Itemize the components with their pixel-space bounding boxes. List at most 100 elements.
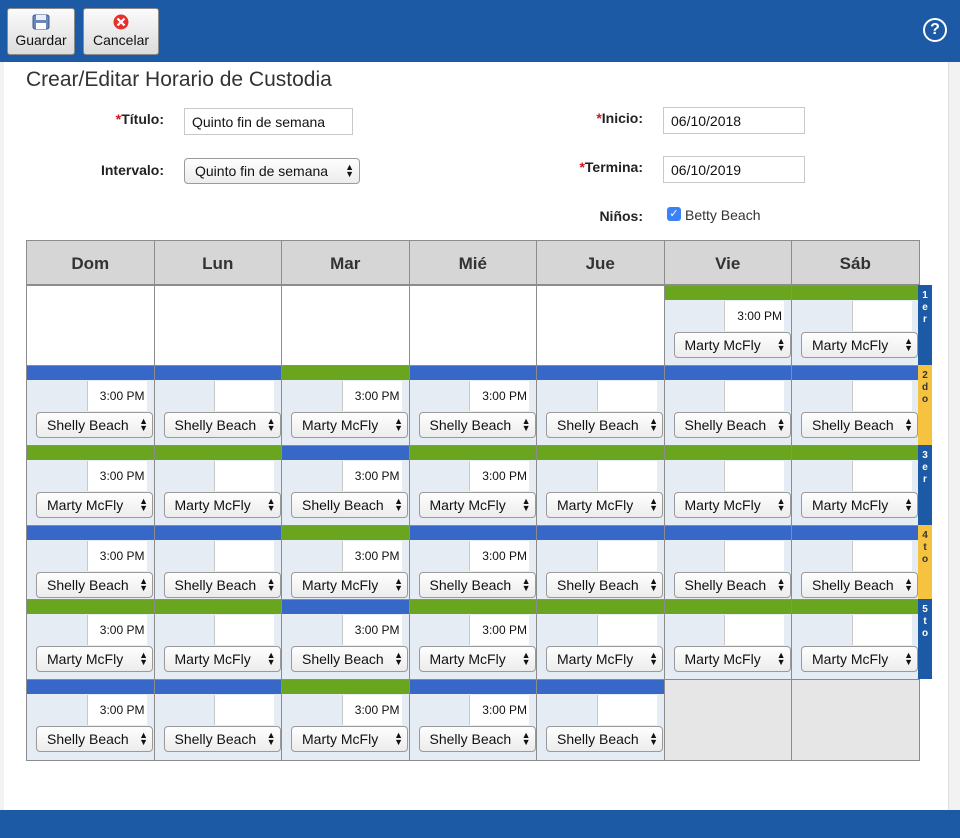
time-input[interactable] bbox=[214, 541, 274, 571]
time-input[interactable]: 3:00 PM bbox=[86, 541, 147, 571]
help-icon[interactable]: ? bbox=[923, 18, 947, 42]
time-input[interactable]: 3:00 PM bbox=[341, 461, 402, 491]
time-input[interactable]: 3:00 PM bbox=[86, 461, 147, 491]
time-input[interactable]: 3:00 PM bbox=[469, 381, 529, 411]
time-input[interactable] bbox=[724, 461, 784, 491]
parent-select[interactable]: Marty McFly ▲ ▼ bbox=[418, 646, 536, 672]
parent-select[interactable]: Shelly Beach ▲ ▼ bbox=[418, 572, 536, 598]
time-input[interactable]: 3:00 PM bbox=[86, 615, 147, 645]
time-input[interactable]: 3:00 PM bbox=[341, 695, 402, 725]
parent-select[interactable]: Shelly Beach ▲ ▼ bbox=[673, 412, 791, 438]
parent-select[interactable]: Marty McFly ▲ ▼ bbox=[36, 646, 153, 672]
parent-select[interactable]: Shelly Beach ▲ ▼ bbox=[673, 572, 791, 598]
parent-select[interactable]: Shelly Beach ▲ ▼ bbox=[546, 412, 663, 438]
time-input[interactable]: 3:00 PM bbox=[341, 541, 402, 571]
parent-select[interactable]: Marty McFly ▲ ▼ bbox=[291, 726, 408, 752]
custody-color-bar bbox=[154, 526, 281, 540]
custody-color-bar bbox=[792, 286, 919, 300]
time-input[interactable] bbox=[596, 381, 657, 411]
time-input[interactable] bbox=[851, 301, 912, 331]
time-input[interactable]: 3:00 PM bbox=[86, 381, 147, 411]
parent-select-value: Marty McFly bbox=[812, 497, 889, 513]
start-date-input[interactable]: 06/10/2018 bbox=[663, 107, 805, 134]
start-label: *Inicio: bbox=[570, 110, 643, 126]
parent-select-value: Shelly Beach bbox=[812, 417, 894, 433]
custody-color-bar bbox=[154, 366, 281, 380]
parent-select[interactable]: Marty McFly ▲ ▼ bbox=[291, 412, 408, 438]
parent-select[interactable]: Shelly Beach ▲ ▼ bbox=[801, 412, 918, 438]
time-input[interactable] bbox=[214, 695, 274, 725]
time-input[interactable] bbox=[596, 695, 657, 725]
custody-color-bar bbox=[537, 600, 664, 614]
parent-select[interactable]: Shelly Beach ▲ ▼ bbox=[291, 646, 408, 672]
parent-select[interactable]: Shelly Beach ▲ ▼ bbox=[291, 492, 408, 518]
parent-select[interactable]: Marty McFly ▲ ▼ bbox=[418, 492, 536, 518]
parent-select-value: Shelly Beach bbox=[174, 577, 257, 593]
parent-select[interactable]: Shelly Beach ▲ ▼ bbox=[163, 572, 281, 598]
time-input[interactable] bbox=[214, 615, 274, 645]
end-date-input[interactable]: 06/10/2019 bbox=[663, 156, 805, 183]
custody-color-bar bbox=[409, 446, 536, 460]
start-label-text: Inicio: bbox=[601, 110, 643, 126]
title-input[interactable]: Quinto fin de semana bbox=[184, 108, 353, 135]
parent-select[interactable]: Shelly Beach ▲ ▼ bbox=[546, 726, 663, 752]
time-input[interactable]: 3:00 PM bbox=[469, 615, 529, 645]
parent-select[interactable]: Shelly Beach ▲ ▼ bbox=[163, 412, 281, 438]
interval-select[interactable]: Quinto fin de semana ▲ ▼ bbox=[184, 158, 360, 184]
parent-select[interactable]: Shelly Beach ▲ ▼ bbox=[801, 572, 918, 598]
parent-select[interactable]: Marty McFly ▲ ▼ bbox=[546, 492, 663, 518]
time-input[interactable]: 3:00 PM bbox=[341, 381, 402, 411]
time-input[interactable] bbox=[851, 461, 912, 491]
time-input[interactable]: 3:00 PM bbox=[469, 541, 529, 571]
calendar-day-cell: Shelly Beach ▲ ▼ bbox=[536, 365, 665, 446]
time-input[interactable] bbox=[724, 541, 784, 571]
parent-select[interactable]: Marty McFly ▲ ▼ bbox=[673, 492, 791, 518]
end-label: *Termina: bbox=[545, 159, 643, 175]
custody-color-bar bbox=[27, 680, 154, 694]
time-input[interactable] bbox=[596, 541, 657, 571]
parent-select-value: Shelly Beach bbox=[174, 731, 257, 747]
end-label-text: Termina: bbox=[584, 159, 643, 175]
parent-select[interactable]: Shelly Beach ▲ ▼ bbox=[418, 726, 536, 752]
parent-select[interactable]: Shelly Beach ▲ ▼ bbox=[36, 572, 153, 598]
time-input[interactable] bbox=[214, 381, 274, 411]
time-input[interactable]: 3:00 PM bbox=[469, 695, 529, 725]
time-input[interactable]: 3:00 PM bbox=[86, 695, 147, 725]
parent-select[interactable]: Marty McFly ▲ ▼ bbox=[546, 646, 663, 672]
custody-color-bar bbox=[409, 600, 536, 614]
time-input[interactable]: 3:00 PM bbox=[469, 461, 529, 491]
custody-color-bar bbox=[282, 366, 409, 380]
parent-select[interactable]: Marty McFly ▲ ▼ bbox=[673, 646, 791, 672]
time-input[interactable] bbox=[724, 615, 784, 645]
save-button[interactable]: Guardar bbox=[7, 8, 75, 55]
custody-color-bar bbox=[282, 446, 409, 460]
cancel-button[interactable]: Cancelar bbox=[83, 8, 159, 55]
parent-select[interactable]: Marty McFly ▲ ▼ bbox=[163, 492, 281, 518]
time-input[interactable] bbox=[596, 615, 657, 645]
parent-select[interactable]: Marty McFly ▲ ▼ bbox=[801, 646, 918, 672]
parent-select-value: Shelly Beach bbox=[684, 417, 767, 433]
calendar-day-cell bbox=[26, 285, 155, 366]
time-input[interactable] bbox=[724, 381, 784, 411]
parent-select[interactable]: Marty McFly ▲ ▼ bbox=[163, 646, 281, 672]
time-input[interactable] bbox=[851, 381, 912, 411]
time-input[interactable]: 3:00 PM bbox=[724, 301, 784, 331]
week-label-tab: 5to bbox=[918, 599, 932, 679]
parent-select[interactable]: Marty McFly ▲ ▼ bbox=[36, 492, 153, 518]
time-input[interactable] bbox=[596, 461, 657, 491]
time-input[interactable] bbox=[214, 461, 274, 491]
parent-select[interactable]: Shelly Beach ▲ ▼ bbox=[163, 726, 281, 752]
parent-select[interactable]: Marty McFly ▲ ▼ bbox=[801, 332, 918, 358]
time-input[interactable] bbox=[851, 541, 912, 571]
parent-select[interactable]: Shelly Beach ▲ ▼ bbox=[546, 572, 663, 598]
parent-select[interactable]: Marty McFly ▲ ▼ bbox=[801, 492, 918, 518]
child-checkbox[interactable]: ✓ bbox=[667, 207, 681, 221]
parent-select[interactable]: Marty McFly ▲ ▼ bbox=[291, 572, 408, 598]
parent-select[interactable]: Shelly Beach ▲ ▼ bbox=[418, 412, 536, 438]
time-input[interactable] bbox=[851, 615, 912, 645]
parent-select[interactable]: Marty McFly ▲ ▼ bbox=[673, 332, 791, 358]
time-input[interactable]: 3:00 PM bbox=[341, 615, 402, 645]
day-header: Dom bbox=[26, 240, 155, 285]
parent-select[interactable]: Shelly Beach ▲ ▼ bbox=[36, 412, 153, 438]
parent-select[interactable]: Shelly Beach ▲ ▼ bbox=[36, 726, 153, 752]
